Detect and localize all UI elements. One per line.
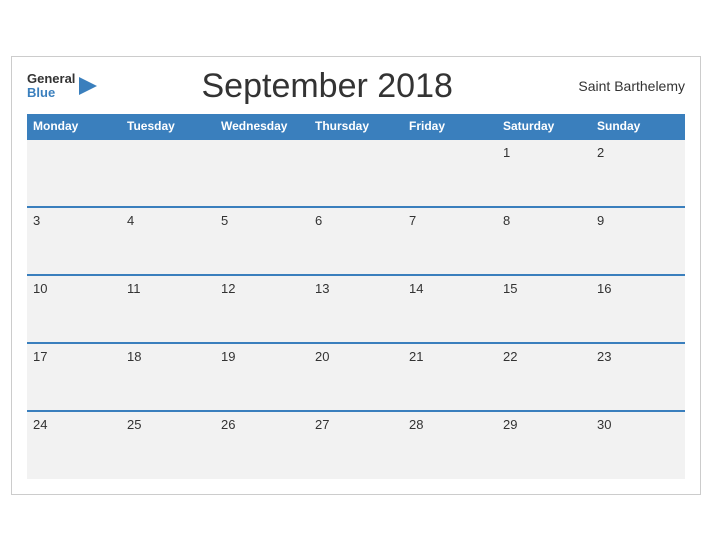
calendar-week-row: 24 25 26 27 28 29 30 xyxy=(27,411,685,479)
calendar-day-cell: 2 xyxy=(591,139,685,207)
calendar-title: September 2018 xyxy=(99,67,555,106)
calendar-day-cell xyxy=(121,139,215,207)
day-number: 17 xyxy=(33,349,47,364)
calendar-grid: Monday Tuesday Wednesday Thursday Friday… xyxy=(27,114,685,479)
calendar-day-cell xyxy=(215,139,309,207)
calendar-day-cell: 30 xyxy=(591,411,685,479)
calendar-week-row: 17 18 19 20 21 22 23 xyxy=(27,343,685,411)
header-saturday: Saturday xyxy=(497,114,591,139)
calendar-day-cell: 22 xyxy=(497,343,591,411)
header-sunday: Sunday xyxy=(591,114,685,139)
day-number: 21 xyxy=(409,349,423,364)
day-number: 20 xyxy=(315,349,329,364)
day-number: 12 xyxy=(221,281,235,296)
day-number: 24 xyxy=(33,417,47,432)
calendar-day-cell: 1 xyxy=(497,139,591,207)
calendar-day-cell: 25 xyxy=(121,411,215,479)
calendar-day-cell: 9 xyxy=(591,207,685,275)
day-number: 14 xyxy=(409,281,423,296)
logo-blue-text: Blue xyxy=(27,86,75,100)
calendar-day-cell: 16 xyxy=(591,275,685,343)
day-number: 7 xyxy=(409,213,416,228)
weekday-header-row: Monday Tuesday Wednesday Thursday Friday… xyxy=(27,114,685,139)
calendar-day-cell: 15 xyxy=(497,275,591,343)
calendar-week-row: 12 xyxy=(27,139,685,207)
calendar-day-cell xyxy=(309,139,403,207)
day-number: 22 xyxy=(503,349,517,364)
day-number: 13 xyxy=(315,281,329,296)
calendar-day-cell: 20 xyxy=(309,343,403,411)
day-number: 18 xyxy=(127,349,141,364)
calendar-day-cell: 3 xyxy=(27,207,121,275)
calendar-day-cell xyxy=(403,139,497,207)
day-number: 2 xyxy=(597,145,604,160)
day-number: 10 xyxy=(33,281,47,296)
logo-flag-icon xyxy=(77,75,99,97)
calendar-day-cell: 19 xyxy=(215,343,309,411)
calendar-day-cell: 11 xyxy=(121,275,215,343)
calendar-day-cell: 29 xyxy=(497,411,591,479)
day-number: 19 xyxy=(221,349,235,364)
calendar-day-cell: 21 xyxy=(403,343,497,411)
calendar: General Blue September 2018 Saint Barthe… xyxy=(11,56,701,495)
day-number: 25 xyxy=(127,417,141,432)
logo-general-text: General xyxy=(27,72,75,86)
calendar-day-cell: 14 xyxy=(403,275,497,343)
day-number: 15 xyxy=(503,281,517,296)
day-number: 8 xyxy=(503,213,510,228)
day-number: 29 xyxy=(503,417,517,432)
day-number: 26 xyxy=(221,417,235,432)
calendar-day-cell: 7 xyxy=(403,207,497,275)
calendar-week-row: 3 4 5 6 7 8 9 xyxy=(27,207,685,275)
calendar-day-cell: 23 xyxy=(591,343,685,411)
calendar-week-row: 10 11 12 13 14 15 16 xyxy=(27,275,685,343)
day-number: 11 xyxy=(127,281,141,296)
calendar-day-cell: 4 xyxy=(121,207,215,275)
calendar-day-cell: 28 xyxy=(403,411,497,479)
calendar-day-cell: 27 xyxy=(309,411,403,479)
calendar-day-cell: 12 xyxy=(215,275,309,343)
header-friday: Friday xyxy=(403,114,497,139)
day-number: 23 xyxy=(597,349,611,364)
header-wednesday: Wednesday xyxy=(215,114,309,139)
header-tuesday: Tuesday xyxy=(121,114,215,139)
calendar-region: Saint Barthelemy xyxy=(555,78,685,94)
day-number: 28 xyxy=(409,417,423,432)
calendar-day-cell: 18 xyxy=(121,343,215,411)
calendar-day-cell: 26 xyxy=(215,411,309,479)
logo: General Blue xyxy=(27,72,99,101)
calendar-day-cell: 17 xyxy=(27,343,121,411)
calendar-day-cell: 6 xyxy=(309,207,403,275)
calendar-day-cell: 8 xyxy=(497,207,591,275)
calendar-day-cell: 10 xyxy=(27,275,121,343)
calendar-day-cell xyxy=(27,139,121,207)
day-number: 5 xyxy=(221,213,228,228)
day-number: 30 xyxy=(597,417,611,432)
day-number: 9 xyxy=(597,213,604,228)
day-number: 1 xyxy=(503,145,510,160)
calendar-day-cell: 5 xyxy=(215,207,309,275)
day-number: 4 xyxy=(127,213,134,228)
day-number: 16 xyxy=(597,281,611,296)
calendar-day-cell: 13 xyxy=(309,275,403,343)
header-thursday: Thursday xyxy=(309,114,403,139)
calendar-header: General Blue September 2018 Saint Barthe… xyxy=(27,67,685,106)
calendar-body: 1234567891011121314151617181920212223242… xyxy=(27,139,685,479)
header-monday: Monday xyxy=(27,114,121,139)
day-number: 3 xyxy=(33,213,40,228)
calendar-day-cell: 24 xyxy=(27,411,121,479)
day-number: 6 xyxy=(315,213,322,228)
day-number: 27 xyxy=(315,417,329,432)
